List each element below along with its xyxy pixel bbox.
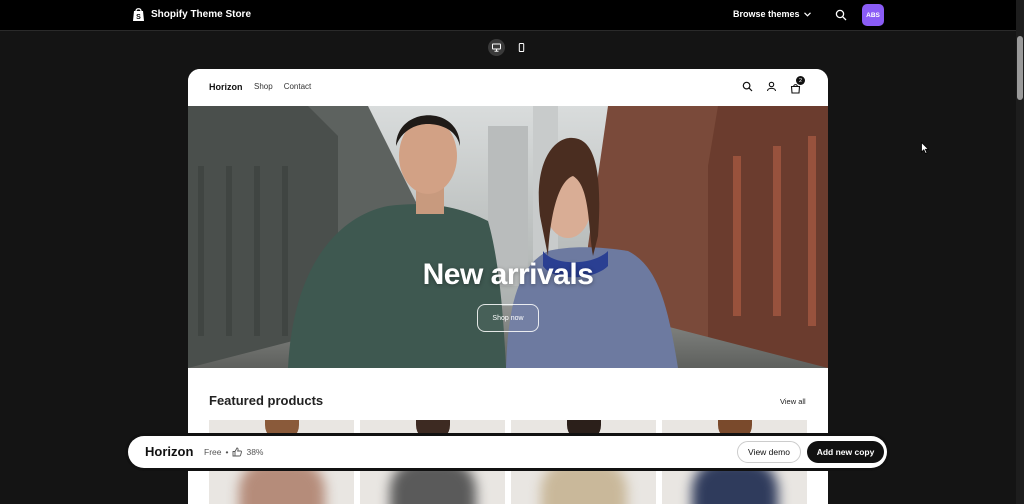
view-demo-button[interactable]: View demo (737, 441, 801, 463)
brand-name: Shopify Theme Store (151, 9, 252, 20)
theme-name: Horizon (145, 444, 194, 459)
store-nav: Shop Contact (254, 82, 311, 91)
add-new-copy-button[interactable]: Add new copy (807, 441, 884, 463)
cart-count-badge: 2 (796, 76, 805, 85)
brand-link[interactable]: S Shopify Theme Store (132, 7, 251, 22)
browse-themes-label: Browse themes (733, 9, 800, 19)
browse-themes-button[interactable]: Browse themes (733, 9, 811, 19)
nav-shop-link[interactable]: Shop (254, 82, 273, 91)
account-icon[interactable] (766, 81, 777, 92)
store-header: Horizon Shop Contact 2 (188, 69, 828, 106)
theme-rating: 38% (246, 447, 264, 457)
chevron-down-icon (803, 11, 811, 17)
view-all-link[interactable]: View all (780, 397, 806, 406)
mobile-view-button[interactable] (513, 39, 530, 56)
store-logo[interactable]: Horizon (209, 82, 243, 92)
avatar[interactable]: ABS (862, 4, 884, 26)
desktop-view-button[interactable] (488, 39, 505, 56)
hero-title: New arrivals (422, 258, 594, 291)
thumbs-up-icon (233, 447, 243, 457)
mobile-icon (518, 43, 525, 52)
svg-text:S: S (136, 14, 141, 21)
featured-title: Featured products (209, 393, 324, 408)
theme-price: Free (204, 447, 222, 457)
cart-button[interactable]: 2 (790, 76, 805, 94)
theme-action-bar: Horizon Free • 38% View demo Add new cop… (128, 436, 887, 468)
hero-banner: New arrivals Shop now (188, 106, 828, 368)
store-header-icons: 2 (742, 76, 805, 94)
device-toggle (488, 39, 530, 56)
nav-contact-link[interactable]: Contact (284, 82, 312, 91)
search-icon[interactable] (742, 81, 753, 92)
theme-meta: Free • 38% (204, 447, 263, 457)
search-icon[interactable] (835, 9, 847, 21)
mouse-cursor-icon (921, 142, 929, 154)
scrollbar-thumb[interactable] (1017, 36, 1023, 100)
shopify-bag-icon: S (133, 8, 144, 21)
meta-separator: • (225, 447, 229, 457)
desktop-icon (492, 43, 501, 52)
shop-now-button[interactable]: Shop now (477, 304, 539, 332)
